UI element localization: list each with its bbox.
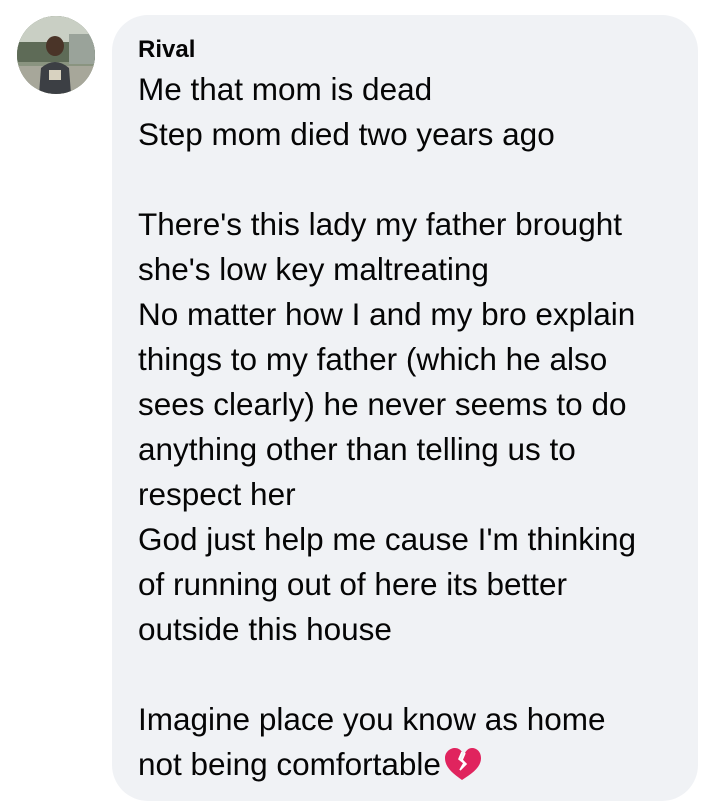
broken-heart-icon xyxy=(444,748,481,780)
comment-line: things to my father (which he also xyxy=(138,341,608,377)
comment-text: Me that mom is dead Step mom died two ye… xyxy=(138,67,678,787)
comment-line: God just help me cause I'm thinking xyxy=(138,521,637,557)
comment-line: of running out of here its better xyxy=(138,566,568,602)
comment-bubble: Rival Me that mom is dead Step mom died … xyxy=(112,15,698,801)
comment-line: Step mom died two years ago xyxy=(138,116,555,152)
comment-thread: Rival Me that mom is dead Step mom died … xyxy=(0,0,720,807)
comment-line: outside this house xyxy=(138,611,392,647)
comment-line-last: not being comfortable xyxy=(138,742,678,787)
comment-line xyxy=(138,652,678,697)
comment-line: sees clearly) he never seems to do xyxy=(138,386,627,422)
comment-line: respect her xyxy=(138,476,296,512)
comment-line xyxy=(138,157,678,202)
comment-line: Me that mom is dead xyxy=(138,71,433,107)
comment-line: No matter how I and my bro explain xyxy=(138,296,636,332)
comment-line-text: not being comfortable xyxy=(138,746,441,782)
comment-author[interactable]: Rival xyxy=(138,35,678,65)
comment-line: There's this lady my father brought xyxy=(138,206,622,242)
avatar[interactable] xyxy=(17,16,95,94)
profile-photo-icon xyxy=(17,16,95,94)
comment-line: anything other than telling us to xyxy=(138,431,576,467)
comment-line: Imagine place you know as home xyxy=(138,701,606,737)
comment-line: she's low key maltreating xyxy=(138,251,489,287)
